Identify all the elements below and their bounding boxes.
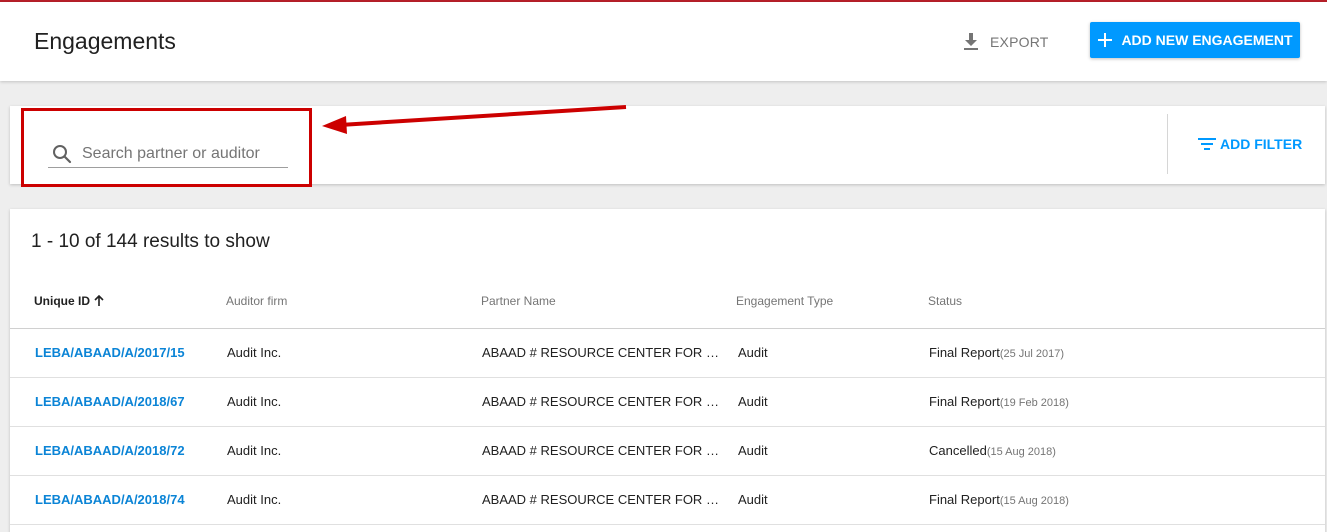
plus-icon <box>1098 33 1113 47</box>
partner-name-cell: ABAAD # RESOURCE CENTER FOR GENDER EQUAL… <box>482 443 722 458</box>
arrow-up-icon <box>94 295 104 306</box>
status-date: (19 Feb 2018) <box>999 397 1069 409</box>
status-text: Final Report <box>929 492 1000 507</box>
auditor-firm-cell: Audit Inc. <box>227 492 282 507</box>
status-date: (15 Aug 2018) <box>986 446 1056 458</box>
column-header-label: Unique ID <box>34 294 90 308</box>
add-filter-button[interactable]: ADD FILTER <box>1198 136 1302 152</box>
partner-name-cell: ABAAD # RESOURCE CENTER FOR GENDER EQUAL… <box>482 492 722 507</box>
export-label: EXPORT <box>990 34 1049 50</box>
column-header-unique-id[interactable]: Unique ID <box>34 294 105 308</box>
auditor-firm-cell: Audit Inc. <box>227 345 282 360</box>
download-icon <box>964 33 978 50</box>
engagement-id-link[interactable]: LEBA/ABAAD/A/2018/67 <box>35 394 185 409</box>
auditor-firm-cell: Audit Inc. <box>227 394 282 409</box>
column-header-auditor-firm[interactable]: Auditor firm <box>226 294 287 308</box>
table-row[interactable]: LEBA/ABAAD/A/2018/72 Audit Inc. ABAAD # … <box>10 427 1325 476</box>
add-filter-label: ADD FILTER <box>1220 136 1303 152</box>
engagement-type-cell: Audit <box>738 443 768 458</box>
results-table-card: 1 - 10 of 144 results to show Unique ID … <box>10 209 1325 532</box>
column-header-status[interactable]: Status <box>928 294 962 308</box>
table-row[interactable]: LEBA/ABAAD/A/2018/67 Audit Inc. ABAAD # … <box>10 378 1325 427</box>
auditor-firm-cell: Audit Inc. <box>227 443 282 458</box>
page-header: Engagements EXPORT ADD NEW ENGAGEMENT <box>0 2 1327 81</box>
annotation-arrow <box>322 105 627 134</box>
table-header: Unique ID Auditor firm Partner Name Enga… <box>10 283 1325 329</box>
add-new-engagement-label: ADD NEW ENGAGEMENT <box>1121 32 1293 48</box>
annotation-highlight-box <box>21 108 312 187</box>
table-row[interactable]: LEBA/ABAAD/A/2017/15 Audit Inc. ABAAD # … <box>10 329 1325 378</box>
add-new-engagement-button[interactable]: ADD NEW ENGAGEMENT <box>1090 22 1300 58</box>
engagement-id-link[interactable]: LEBA/ABAAD/A/2018/72 <box>35 443 185 458</box>
status-cell: Final Report(19 Feb 2018) <box>929 394 1069 409</box>
status-text: Final Report <box>929 394 1000 409</box>
status-date: (25 Jul 2017) <box>999 348 1065 360</box>
status-cell: Cancelled(15 Aug 2018) <box>929 443 1056 458</box>
engagement-type-cell: Audit <box>738 345 768 360</box>
engagement-type-cell: Audit <box>738 394 768 409</box>
column-header-partner-name[interactable]: Partner Name <box>481 294 556 308</box>
engagement-type-cell: Audit <box>738 492 768 507</box>
page-title: Engagements <box>34 28 176 54</box>
engagement-id-link[interactable]: LEBA/ABAAD/A/2017/15 <box>35 345 185 360</box>
status-text: Cancelled <box>929 443 987 458</box>
filter-icon <box>1198 138 1216 150</box>
status-text: Final Report <box>929 345 1000 360</box>
partner-name-cell: ABAAD # RESOURCE CENTER FOR GENDER EQUAL… <box>482 345 722 360</box>
partner-name-cell: ABAAD # RESOURCE CENTER FOR GENDER EQUAL… <box>482 394 722 409</box>
export-button[interactable]: EXPORT <box>962 28 1049 56</box>
results-count: 1 - 10 of 144 results to show <box>31 231 270 252</box>
filter-divider <box>1167 114 1168 174</box>
status-cell: Final Report(15 Aug 2018) <box>929 492 1069 507</box>
table-row[interactable]: LEBA/ABAAD/A/2018/74 Audit Inc. ABAAD # … <box>10 476 1325 525</box>
engagement-id-link[interactable]: LEBA/ABAAD/A/2018/74 <box>35 492 185 507</box>
column-header-engagement-type[interactable]: Engagement Type <box>736 294 833 308</box>
status-date: (15 Aug 2018) <box>999 495 1069 507</box>
status-cell: Final Report(25 Jul 2017) <box>929 345 1064 360</box>
